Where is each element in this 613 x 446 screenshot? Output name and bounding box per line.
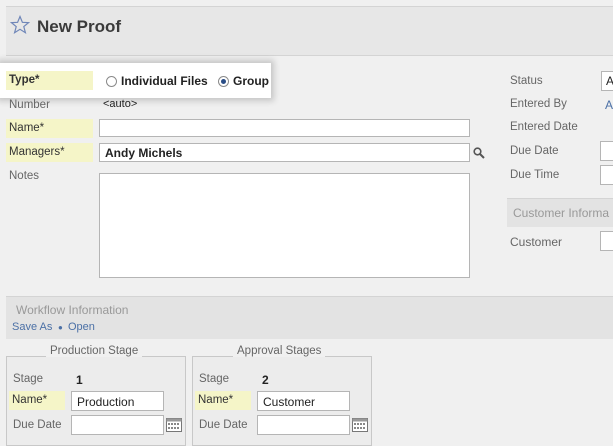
customer-field[interactable] [600, 231, 613, 251]
stage-number: 1 [76, 373, 83, 387]
status-label: Status [510, 75, 543, 87]
notes-label: Notes [9, 170, 40, 182]
production-stage-legend: Production Stage [46, 345, 143, 357]
entered-date-label: Entered Date [510, 121, 578, 133]
name-label: Name* [6, 119, 93, 138]
managers-field[interactable]: Andy Michels [99, 143, 470, 162]
workflow-title: Workflow Information [16, 303, 129, 317]
save-as-link[interactable]: Save As [12, 321, 52, 333]
type-selector: Type* Individual Files Group [0, 63, 271, 98]
stage-name-field[interactable]: Customer [257, 391, 350, 411]
radio-individual-files[interactable] [106, 76, 117, 87]
customer-label: Customer [510, 235, 563, 249]
approval-stage-group: Approval Stages Stage 2 Name* Customer D… [192, 345, 372, 446]
stage-due-date-label: Due Date [199, 419, 248, 431]
entered-by-value[interactable]: A [605, 98, 613, 112]
notes-textarea[interactable] [99, 173, 470, 278]
approval-stage-legend: Approval Stages [233, 345, 326, 357]
name-field[interactable] [99, 119, 470, 137]
due-date-field[interactable] [600, 141, 613, 161]
page-title: New Proof [37, 17, 122, 36]
type-label: Type* [6, 71, 93, 90]
number-label: Number [9, 99, 50, 111]
stage-label: Stage [13, 373, 44, 385]
workflow-section: Workflow Information Save As ● Open [6, 296, 613, 339]
stage-number: 2 [262, 373, 269, 387]
status-select[interactable]: A [601, 71, 613, 91]
radio-individual-files-label[interactable]: Individual Files [121, 74, 208, 88]
stage-due-date-label: Due Date [13, 419, 62, 431]
stage-label: Stage [199, 373, 230, 385]
open-link[interactable]: Open [68, 321, 95, 333]
due-date-label: Due Date [510, 145, 559, 157]
entered-by-label: Entered By [510, 98, 567, 110]
star-icon[interactable] [9, 14, 31, 38]
stage-due-date-field[interactable] [71, 415, 164, 435]
calendar-icon[interactable] [352, 418, 368, 432]
stage-name-label: Name* [195, 391, 251, 410]
radio-group[interactable] [218, 76, 229, 87]
due-time-label: Due Time [510, 169, 560, 181]
number-value: <auto> [103, 98, 138, 110]
stage-due-date-field[interactable] [257, 415, 350, 435]
separator-dot: ● [58, 323, 63, 332]
stage-name-field[interactable]: Production [71, 391, 164, 411]
calendar-icon[interactable] [166, 418, 182, 432]
customer-info-section: Customer Informa [507, 198, 613, 227]
stage-name-label: Name* [9, 391, 65, 410]
due-time-field[interactable] [600, 165, 613, 185]
managers-value: Andy Michels [105, 146, 183, 160]
radio-group-label[interactable]: Group [233, 74, 269, 88]
search-icon[interactable] [473, 147, 485, 162]
managers-label: Managers* [6, 143, 93, 162]
page-header: New Proof [6, 6, 613, 56]
production-stage-group: Production Stage Stage 1 Name* Productio… [6, 345, 186, 446]
